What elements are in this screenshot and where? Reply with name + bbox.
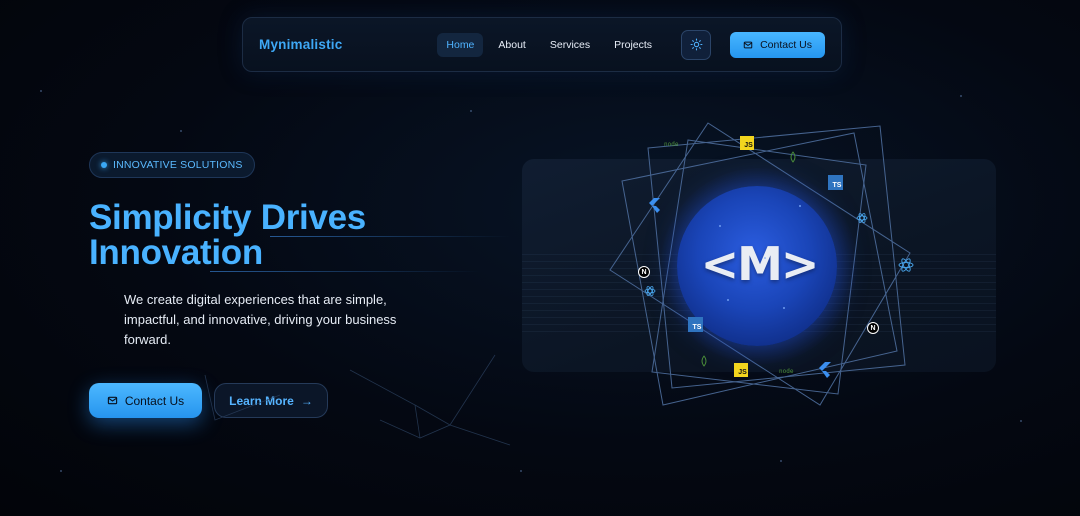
- next-label: N: [870, 324, 876, 332]
- ts-label: TS: [832, 181, 842, 189]
- background-star: [780, 460, 782, 462]
- javascript-icon: JS: [740, 136, 754, 150]
- nav-about[interactable]: About: [489, 33, 534, 57]
- nav-contact-label: Contact Us: [760, 38, 812, 51]
- background-star: [180, 130, 182, 132]
- title-decor-line: [270, 236, 510, 237]
- ts-label: TS: [692, 323, 702, 331]
- contact-us-label: Contact Us: [124, 393, 185, 408]
- typescript-icon: TS: [688, 317, 703, 332]
- theme-toggle-button[interactable]: [681, 29, 712, 60]
- hero-description: We create digital experiences that are s…: [124, 292, 397, 347]
- brand-logo[interactable]: Mynimalistic: [259, 37, 342, 52]
- title-decor-line: [210, 271, 480, 272]
- nav-services[interactable]: Services: [541, 33, 599, 57]
- js-label: JS: [738, 369, 747, 376]
- nav-links: Home About Services Projects Contact Us: [437, 29, 825, 60]
- background-star: [470, 110, 472, 112]
- hero-title-line-1: Simplicity Drives: [89, 198, 366, 237]
- background-star: [960, 95, 962, 97]
- learn-more-button[interactable]: Learn More →: [214, 383, 328, 418]
- mail-icon: [743, 41, 753, 48]
- m-logo-icon: <M>: [700, 237, 820, 291]
- background-star: [60, 470, 62, 472]
- nodejs-icon: node: [664, 141, 679, 148]
- nodejs-icon: node: [779, 368, 794, 375]
- learn-more-label: Learn More: [229, 393, 294, 408]
- mail-icon: [107, 396, 117, 405]
- nav-home[interactable]: Home: [437, 32, 484, 57]
- next-label: N: [641, 268, 647, 276]
- badge-dot-icon: [101, 162, 107, 168]
- nextjs-icon: N: [638, 266, 650, 278]
- nav-projects[interactable]: Projects: [605, 33, 661, 57]
- sun-icon: [690, 38, 703, 51]
- hero-badge: INNOVATIVE SOLUTIONS: [89, 152, 255, 178]
- badge-label: INNOVATIVE SOLUTIONS: [113, 159, 243, 171]
- hero-title: Simplicity Drives Innovation: [89, 200, 509, 270]
- typescript-icon: TS: [828, 175, 843, 190]
- background-star: [40, 90, 42, 92]
- background-star: [1020, 420, 1022, 422]
- background-star: [520, 470, 522, 472]
- contact-us-button[interactable]: Contact Us: [89, 383, 202, 418]
- hero-title-line-2: Innovation: [89, 233, 263, 272]
- nav-contact-button[interactable]: Contact Us: [730, 31, 825, 58]
- js-label: JS: [744, 142, 753, 149]
- arrow-right-icon: →: [300, 393, 313, 408]
- nextjs-icon: N: [867, 322, 879, 334]
- javascript-icon: JS: [734, 363, 748, 377]
- navbar: Mynimalistic Home About Services Project…: [242, 17, 842, 72]
